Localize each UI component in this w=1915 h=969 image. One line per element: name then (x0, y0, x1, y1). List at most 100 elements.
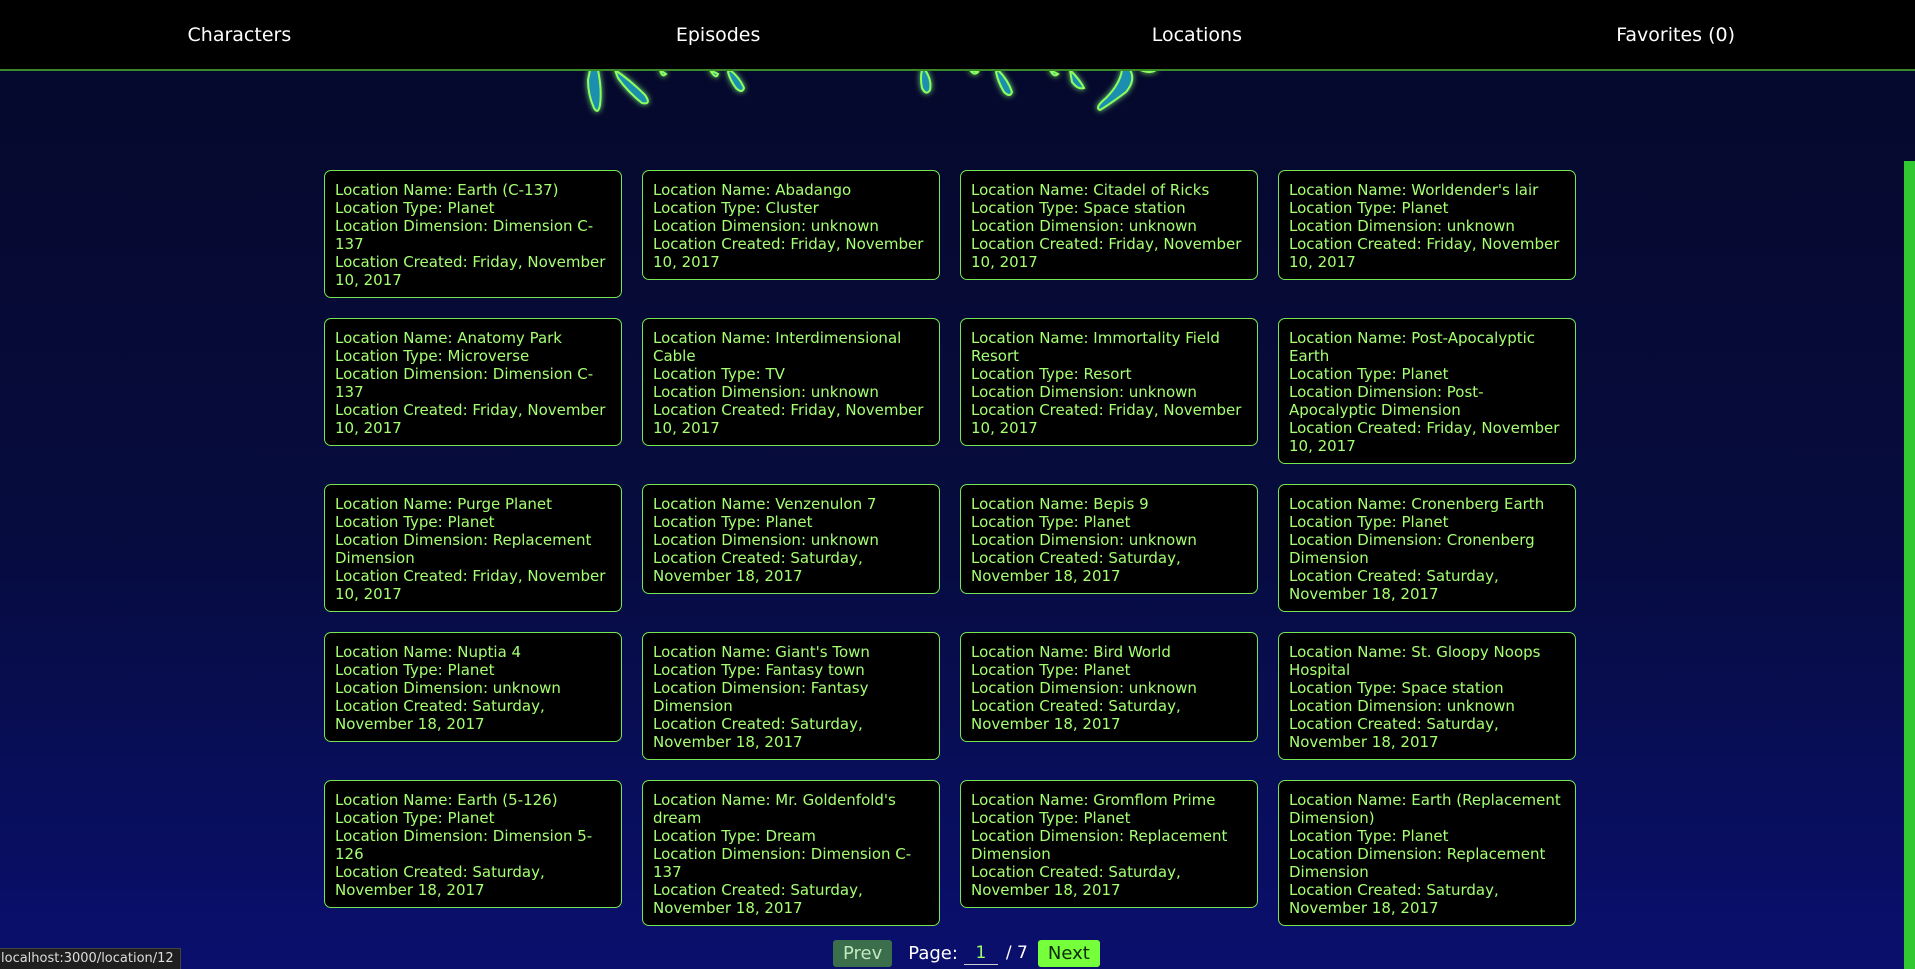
location-dimension-label: Location Dimension: (653, 679, 811, 697)
location-created: Location Created: Friday, November 10, 2… (971, 401, 1247, 437)
location-type: Location Type: Planet (1289, 827, 1565, 845)
prev-button[interactable]: Prev (833, 939, 893, 967)
location-name: Location Name: Bepis 9 (971, 495, 1247, 513)
location-type: Location Type: Cluster (653, 199, 929, 217)
status-bar-url: localhost:3000/location/12 (0, 948, 181, 969)
location-dimension-label: Location Dimension: (971, 827, 1129, 845)
location-type: Location Type: Fantasy town (653, 661, 929, 679)
location-type-label: Location Type: (653, 365, 766, 383)
location-created-label: Location Created: (335, 567, 473, 585)
location-card[interactable]: Location Name: Earth (C-137) Location Typ… (324, 170, 622, 298)
location-name-label: Location Name: (653, 643, 776, 661)
page-label: Page: (908, 942, 958, 964)
location-name: Location Name: Abadango (653, 181, 929, 199)
location-card[interactable]: Location Name: Gromflom Prime Location Ty… (960, 780, 1258, 908)
location-type-label: Location Type: (971, 365, 1084, 383)
location-card[interactable]: Location Name: Bepis 9 Location Type: Pla… (960, 484, 1258, 594)
location-name-value: Citadel of Ricks (1093, 181, 1210, 199)
location-name: Location Name: Interdimensional Cable (653, 329, 929, 365)
location-name-label: Location Name: (653, 495, 776, 513)
location-dimension: Location Dimension: Dimension C-137 (335, 365, 611, 401)
location-type: Location Type: Planet (1289, 513, 1565, 531)
location-type: Location Type: Space station (1289, 679, 1565, 697)
location-name-label: Location Name: (971, 181, 1094, 199)
location-created: Location Created: Saturday, November 18,… (653, 881, 929, 917)
location-dimension-value: unknown (1128, 531, 1197, 549)
location-name: Location Name: Worldender's lair (1289, 181, 1565, 199)
location-type-label: Location Type: (335, 347, 448, 365)
location-dimension-value: unknown (492, 679, 561, 697)
location-card[interactable]: Location Name: Venzenulon 7 Location Type… (642, 484, 940, 594)
nav-episodes[interactable]: Episodes (479, 24, 958, 46)
location-created: Location Created: Saturday, November 18,… (971, 549, 1247, 585)
location-created: Location Created: Saturday, November 18,… (1289, 715, 1565, 751)
location-name-label: Location Name: (335, 329, 458, 347)
location-dimension-label: Location Dimension: (653, 531, 811, 549)
location-card[interactable]: Location Name: Nuptia 4 Location Type: Pl… (324, 632, 622, 742)
location-created: Location Created: Saturday, November 18,… (653, 715, 929, 751)
location-dimension-label: Location Dimension: (1289, 845, 1447, 863)
location-created-label: Location Created: (653, 235, 791, 253)
location-card[interactable]: Location Name: Mr. Goldenfold's dream Loc… (642, 780, 940, 926)
location-name-value: Purge Planet (457, 495, 553, 513)
location-name: Location Name: Bird World (971, 643, 1247, 661)
location-card[interactable]: Location Name: Citadel of Ricks Location … (960, 170, 1258, 280)
location-type-label: Location Type: (653, 661, 766, 679)
location-name-label: Location Name: (653, 181, 776, 199)
location-dimension: Location Dimension: unknown (653, 217, 929, 235)
location-name-label: Location Name: (971, 643, 1094, 661)
location-card[interactable]: Location Name: Cronenberg Earth Location … (1278, 484, 1576, 612)
locations-grid: Location Name: Earth (C-137) Location Typ… (324, 170, 1576, 946)
location-name-label: Location Name: (1289, 181, 1412, 199)
location-name-value: Venzenulon 7 (775, 495, 877, 513)
location-name: Location Name: Anatomy Park (335, 329, 611, 347)
location-dimension-label: Location Dimension: (971, 383, 1129, 401)
location-name: Location Name: Mr. Goldenfold's dream (653, 791, 929, 827)
location-dimension: Location Dimension: Replacement Dimensio… (335, 531, 611, 567)
location-type-label: Location Type: (971, 513, 1084, 531)
location-card[interactable]: Location Name: Interdimensional Cable Loc… (642, 318, 940, 446)
locations-row: Location Name: Nuptia 4 Location Type: Pl… (324, 632, 1576, 760)
location-name: Location Name: Venzenulon 7 (653, 495, 929, 513)
location-name: Location Name: Gromflom Prime (971, 791, 1247, 809)
top-navbar: Characters Episodes Locations Favorites … (0, 0, 1915, 71)
location-created-label: Location Created: (653, 715, 791, 733)
location-dimension: Location Dimension: unknown (653, 383, 929, 401)
location-name-label: Location Name: (335, 643, 458, 661)
location-created-label: Location Created: (971, 863, 1109, 881)
page-number-input[interactable] (963, 941, 998, 965)
location-card[interactable]: Location Name: Post-Apocalyptic Earth Loc… (1278, 318, 1576, 464)
location-card[interactable]: Location Name: Earth (5-126) Location Typ… (324, 780, 622, 908)
location-created: Location Created: Friday, November 10, 2… (1289, 235, 1565, 271)
location-type-value: Planet (447, 199, 495, 217)
location-type-value: Planet (1083, 809, 1131, 827)
location-created-label: Location Created: (971, 235, 1109, 253)
location-card[interactable]: Location Name: Purge Planet Location Type… (324, 484, 622, 612)
location-created-label: Location Created: (335, 401, 473, 419)
location-card[interactable]: Location Name: Immortality Field Resort L… (960, 318, 1258, 446)
location-type-value: Fantasy town (765, 661, 865, 679)
location-created-label: Location Created: (971, 549, 1109, 567)
location-card[interactable]: Location Name: Anatomy Park Location Type… (324, 318, 622, 446)
location-card[interactable]: Location Name: Abadango Location Type: Cl… (642, 170, 940, 280)
location-created: Location Created: Saturday, November 18,… (971, 697, 1247, 733)
location-card[interactable]: Location Name: St. Gloopy Noops Hospital… (1278, 632, 1576, 760)
location-name-label: Location Name: (653, 791, 776, 809)
location-type-label: Location Type: (971, 809, 1084, 827)
location-card[interactable]: Location Name: Giant's Town Location Type… (642, 632, 940, 760)
location-name: Location Name: Immortality Field Resort (971, 329, 1247, 365)
nav-favorites[interactable]: Favorites (0) (1436, 24, 1915, 46)
location-type-label: Location Type: (335, 809, 448, 827)
location-dimension: Location Dimension: Cronenberg Dimension (1289, 531, 1565, 567)
location-card[interactable]: Location Name: Earth (Replacement Dimens… (1278, 780, 1576, 926)
location-type: Location Type: Microverse (335, 347, 611, 365)
portal-drip-logo-icon (586, 70, 1158, 112)
location-card[interactable]: Location Name: Worldender's lair Location… (1278, 170, 1576, 280)
location-created: Location Created: Friday, November 10, 2… (335, 567, 611, 603)
scrollbar-thumb[interactable] (1904, 161, 1915, 969)
nav-characters[interactable]: Characters (0, 24, 479, 46)
nav-locations[interactable]: Locations (958, 24, 1437, 46)
next-button[interactable]: Next (1037, 939, 1100, 967)
location-dimension-label: Location Dimension: (653, 217, 811, 235)
location-card[interactable]: Location Name: Bird World Location Type: … (960, 632, 1258, 742)
